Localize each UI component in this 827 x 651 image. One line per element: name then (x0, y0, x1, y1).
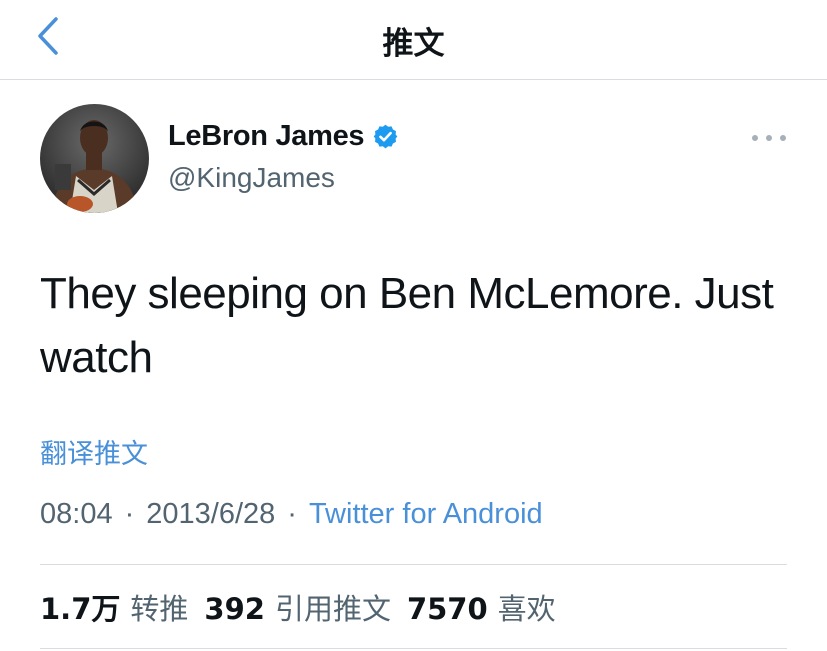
retweets-stat[interactable]: 1.7万 转推 (40, 586, 188, 628)
tweet-meta: 08:04 · 2013/6/28 · Twitter for Android (40, 498, 543, 531)
separator-dot: · (287, 498, 297, 530)
retweets-label: 转推 (130, 592, 189, 626)
top-bar: 推文 (0, 0, 827, 80)
separator-dot: · (124, 498, 135, 530)
quotes-label: 引用推文 (274, 592, 391, 626)
page-title: 推文 (382, 26, 445, 62)
more-options-button[interactable] (752, 126, 786, 150)
tweet-text: They sleeping on Ben McLemore. Just watc… (40, 269, 774, 382)
likes-stat[interactable]: 7570 喜欢 (407, 586, 556, 628)
likes-count: 7570 (406, 592, 488, 626)
avatar[interactable] (40, 104, 149, 213)
tweet-stats: 1.7万 转推 392 引用推文 7570 喜欢 (40, 586, 572, 628)
retweets-count: 1.7万 (40, 592, 121, 626)
translate-tweet-link[interactable]: 翻译推文 (40, 432, 148, 471)
quotes-stat[interactable]: 392 引用推文 (204, 586, 391, 628)
more-horizontal-icon (752, 135, 758, 141)
likes-label: 喜欢 (497, 592, 556, 626)
divider (40, 564, 787, 565)
divider (40, 648, 787, 649)
author-handle[interactable]: @KingJames (168, 162, 335, 194)
author-name[interactable]: LeBron James (168, 120, 365, 153)
author-name-row[interactable]: LeBron James (168, 120, 399, 153)
tweet-client-link[interactable]: Twitter for Android (309, 498, 543, 531)
tweet-time: 08:04 (40, 498, 113, 530)
tweet-date: 2013/6/28 (146, 498, 276, 530)
quotes-count: 392 (204, 592, 265, 626)
verified-badge-icon (372, 123, 399, 150)
